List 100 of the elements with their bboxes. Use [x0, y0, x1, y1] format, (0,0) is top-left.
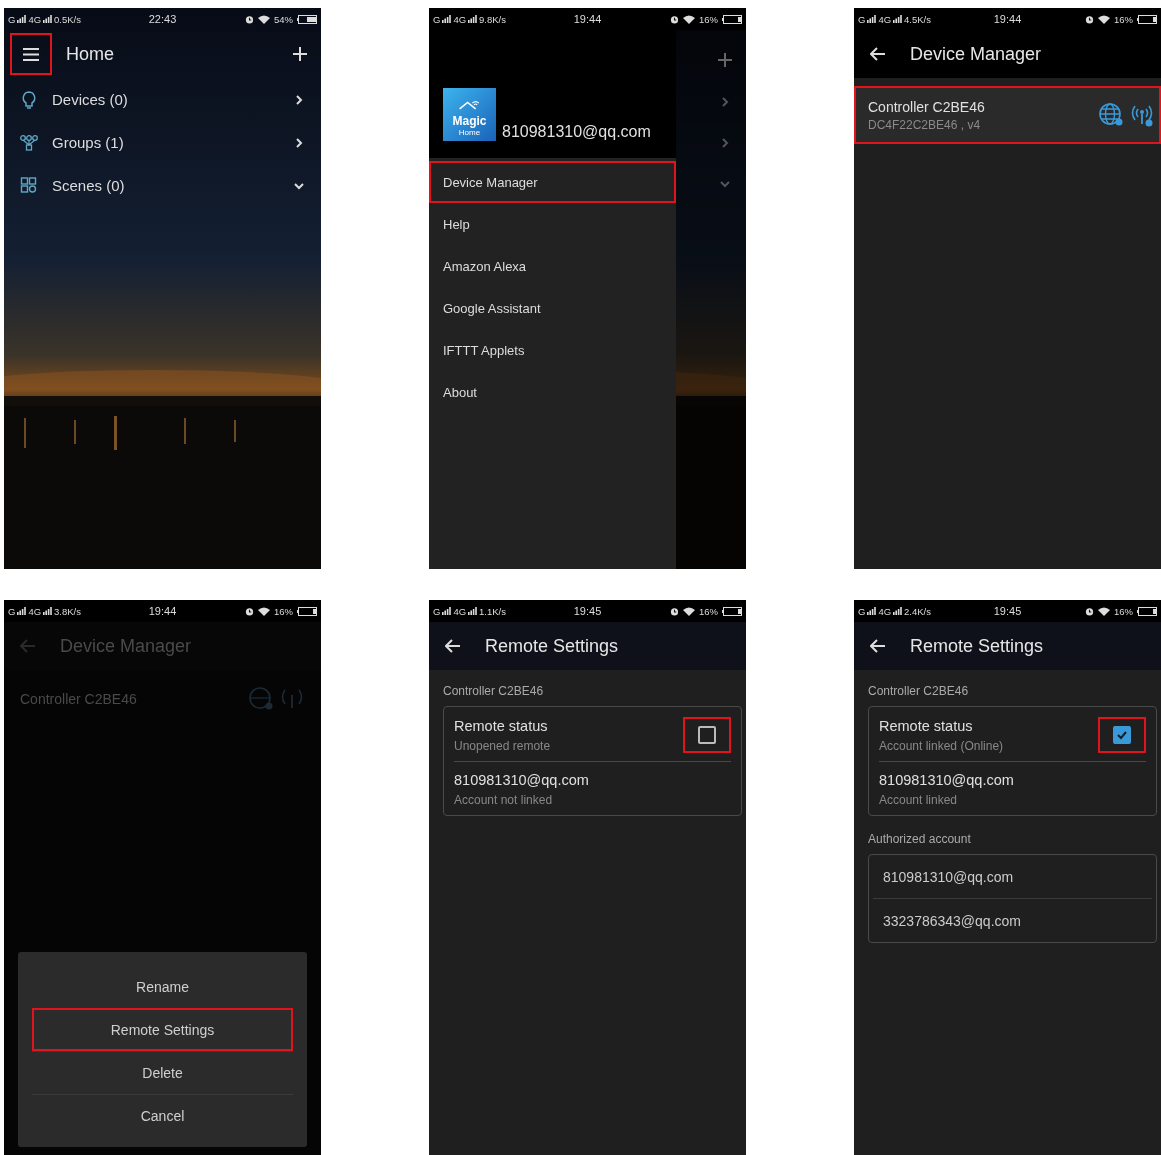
device-name: Controller C2BE46: [868, 684, 970, 698]
chevron-right-icon: [293, 136, 305, 149]
authorized-account: 810981310@qq.com: [882, 867, 1015, 887]
sim-label: G: [433, 605, 441, 617]
sheet-option[interactable]: Remote Settings: [32, 1008, 293, 1051]
screen-title: Device Manager: [60, 635, 193, 657]
clock-time: 19:44: [573, 13, 602, 25]
screen-title: Remote Settings: [485, 635, 620, 657]
account-status: Account linked: [879, 793, 959, 807]
network-speed: 9.8K/s: [479, 13, 506, 25]
setting-title: Remote status: [454, 717, 549, 734]
alarm-icon: [245, 14, 254, 24]
chevron-right-icon: [719, 137, 731, 149]
category-row[interactable]: Scenes (0): [4, 164, 321, 207]
battery-percent: 54%: [274, 13, 293, 25]
network-label: 4G: [878, 605, 892, 617]
account-email: 810981310@qq.com: [454, 772, 590, 788]
back-arrow-icon: [20, 639, 36, 653]
drawer-menu-item[interactable]: Amazon Alexa: [429, 245, 676, 287]
drawer-menu-item[interactable]: Help: [429, 203, 676, 245]
device-detail: DC4F22C2BE46 , v4: [868, 117, 982, 132]
category-row[interactable]: Devices (0): [4, 78, 321, 121]
sim-label: G: [433, 13, 441, 25]
category-label: Groups (1): [52, 134, 125, 151]
alarm-icon: [670, 606, 679, 616]
battery-percent: 16%: [274, 605, 293, 617]
signal-icon: [867, 607, 877, 615]
app-logo: Magic Home: [443, 88, 496, 141]
network-label: 4G: [28, 13, 42, 25]
network-speed: 0.5K/s: [54, 13, 81, 25]
category-label: Scenes (0): [52, 177, 126, 194]
sheet-option[interactable]: Cancel: [32, 1094, 293, 1137]
category-label: Devices (0): [52, 91, 129, 108]
wifi-icon: [258, 14, 270, 24]
checkbox[interactable]: [1113, 726, 1131, 744]
network-speed: 4.5K/s: [904, 13, 931, 25]
network-speed: 3.8K/s: [54, 605, 81, 617]
chevron-right-icon: [719, 96, 731, 108]
add-icon: [718, 53, 732, 67]
chevron-down-icon: [719, 178, 731, 190]
back-arrow-icon[interactable]: [870, 47, 886, 61]
globe-icon: [249, 687, 275, 711]
sim-label: G: [8, 605, 16, 617]
battery-icon: [722, 606, 742, 616]
device-name: Controller C2BE46: [443, 684, 545, 698]
wifi-icon: [1098, 606, 1110, 616]
group-icon: [20, 134, 38, 151]
sim-label: G: [858, 13, 866, 25]
menu-button[interactable]: [10, 33, 52, 75]
drawer-menu-item[interactable]: Google Assistant: [429, 287, 676, 329]
device-name: Controller C2BE46: [868, 98, 986, 115]
drawer-menu-item[interactable]: About: [429, 371, 676, 413]
signal-icon: [442, 15, 452, 23]
network-label: 4G: [453, 605, 467, 617]
signal-icon: [17, 15, 27, 23]
clock-time: 19:44: [993, 13, 1022, 25]
authorized-account: 3323786343@qq.com: [873, 898, 1152, 942]
device-name: Controller C2BE46: [20, 691, 138, 707]
bulb-icon: [20, 90, 38, 109]
device-row[interactable]: Controller C2BE46 DC4F22C2BE46 , v4: [854, 86, 1161, 144]
back-arrow-icon[interactable]: [445, 639, 461, 653]
clock-time: 19:45: [573, 605, 602, 617]
drawer-menu-item[interactable]: Device Manager: [429, 161, 676, 203]
network-speed: 1.1K/s: [479, 605, 506, 617]
screen-title: Home: [66, 43, 115, 65]
signal-icon: [17, 607, 27, 615]
sim-label: G: [8, 13, 16, 25]
network-label: 4G: [28, 605, 42, 617]
chevron-right-icon: [293, 93, 305, 106]
battery-icon: [1137, 14, 1157, 24]
drawer-menu-item[interactable]: IFTTT Applets: [429, 329, 676, 371]
battery-percent: 16%: [699, 13, 718, 25]
add-icon[interactable]: [293, 47, 307, 61]
checkbox[interactable]: [698, 726, 716, 744]
wifi-icon: [1098, 14, 1110, 24]
battery-icon: [297, 14, 317, 24]
back-arrow-icon[interactable]: [870, 639, 886, 653]
clock-time: 22:43: [148, 13, 177, 25]
screen-title: Remote Settings: [910, 635, 1045, 657]
category-row[interactable]: Groups (1): [4, 121, 321, 164]
check-icon: [1116, 729, 1128, 741]
globe-icon: [1099, 103, 1125, 127]
setting-status: Account linked (Online): [879, 738, 1005, 753]
network-speed: 2.4K/s: [904, 605, 931, 617]
wifi-icon: [683, 14, 695, 24]
network-label: 4G: [453, 13, 467, 25]
screen-title: Device Manager: [910, 43, 1043, 65]
battery-icon: [297, 606, 317, 616]
scenes-icon: [20, 177, 38, 194]
clock-time: 19:45: [993, 605, 1022, 617]
battery-percent: 16%: [1114, 13, 1133, 25]
sheet-option[interactable]: Rename: [32, 966, 293, 1008]
clock-time: 19:44: [148, 605, 177, 617]
signal-icon: [468, 15, 478, 23]
signal-icon: [468, 607, 478, 615]
network-label: 4G: [878, 13, 892, 25]
signal-icon: [893, 607, 903, 615]
sheet-option[interactable]: Delete: [32, 1051, 293, 1094]
wifi-icon: [258, 606, 270, 616]
menu-icon: [23, 47, 39, 61]
